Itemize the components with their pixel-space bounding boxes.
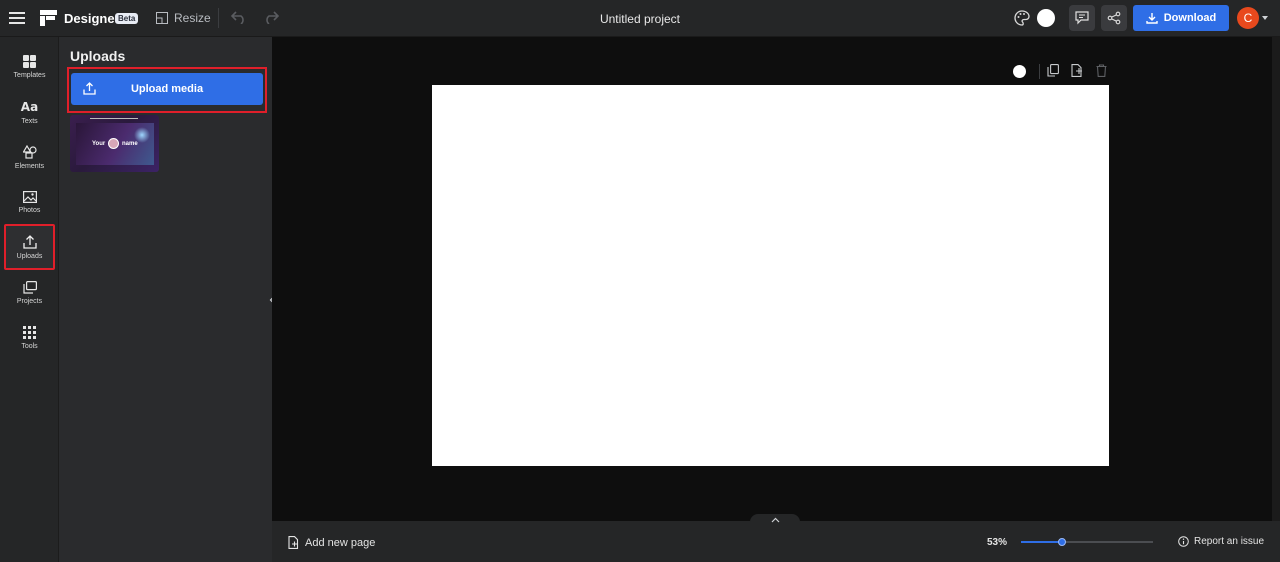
uploads-icon: [22, 234, 37, 249]
thumbnail-header-line: [90, 118, 138, 119]
comment-button[interactable]: [1069, 5, 1095, 31]
sidebar-item-label: Texts: [21, 117, 38, 125]
sidebar-item-label: Templates: [13, 72, 46, 79]
sidebar-item-texts[interactable]: Aa Texts: [5, 90, 54, 134]
palette-icon[interactable]: [1014, 10, 1030, 26]
thumbnail-portrait: [108, 138, 119, 149]
upload-media-label: Upload media: [130, 83, 204, 95]
top-bar: Designer Beta Resize Untitled project Do…: [0, 0, 1280, 37]
sidebar-item-label: Uploads: [16, 252, 43, 260]
add-page-icon: [288, 536, 299, 549]
comment-icon: [1075, 11, 1089, 25]
report-issue-label: Report an issue: [1194, 536, 1265, 547]
add-new-page-label: Add new page: [305, 536, 376, 549]
download-icon: [1146, 13, 1158, 24]
elements-icon: [22, 144, 37, 159]
chevron-up-icon: [771, 517, 779, 523]
sidebar-item-elements[interactable]: Elements: [5, 135, 54, 179]
thumbnail-text-your: Your: [92, 141, 106, 147]
sidebar-item-label: Projects: [16, 298, 43, 305]
design-canvas-page[interactable]: [432, 85, 1109, 466]
share-button[interactable]: [1101, 5, 1127, 31]
chevron-down-icon[interactable]: [1262, 16, 1268, 20]
upload-media-button[interactable]: Upload media: [71, 73, 263, 105]
zoom-slider-handle[interactable]: [1058, 538, 1066, 546]
duplicate-page-icon[interactable]: [1047, 64, 1059, 82]
tools-icon: [23, 326, 36, 339]
share-icon: [1107, 11, 1121, 25]
zoom-level: 53%: [987, 537, 1008, 548]
sidebar-item-templates[interactable]: Templates: [5, 45, 54, 89]
add-new-page-button[interactable]: Add new page: [288, 536, 375, 549]
sidebar-item-projects[interactable]: Projects: [5, 271, 54, 315]
page-color-swatch[interactable]: [1013, 65, 1026, 78]
zoom-slider[interactable]: [1021, 541, 1153, 543]
delete-page-icon[interactable]: [1096, 64, 1107, 82]
templates-icon: [23, 55, 36, 68]
uploaded-media-thumbnail[interactable]: Your name: [70, 115, 159, 172]
sidebar-item-tools[interactable]: Tools: [5, 316, 54, 360]
sidebar-item-label: Tools: [21, 343, 38, 350]
left-navigation: Templates Aa Texts Elements Photos Uploa…: [0, 37, 59, 562]
uploads-panel: Uploads Upload media Your name: [59, 37, 272, 562]
sidebar-item-label: Elements: [14, 162, 45, 170]
page-toolbar-divider: [1039, 64, 1040, 79]
download-label: Download: [1163, 12, 1217, 24]
sidebar-item-photos[interactable]: Photos: [5, 180, 54, 224]
vertical-scrollbar[interactable]: [1272, 37, 1280, 521]
info-icon: [1178, 536, 1189, 547]
projects-icon: [22, 281, 37, 294]
sidebar-item-label: Photos: [18, 206, 41, 214]
expand-pages-button[interactable]: [750, 514, 800, 526]
download-button[interactable]: Download: [1133, 5, 1229, 31]
panel-title: Uploads: [70, 48, 126, 64]
background-color-swatch[interactable]: [1037, 9, 1055, 27]
texts-icon: Aa: [20, 99, 39, 114]
avatar[interactable]: C: [1237, 7, 1259, 29]
upload-icon: [83, 82, 96, 95]
thumbnail-text-name: name: [122, 141, 138, 147]
add-page-icon[interactable]: [1071, 64, 1083, 82]
zoom-slider-fill: [1021, 541, 1062, 543]
sidebar-item-uploads[interactable]: Uploads: [4, 224, 55, 270]
photos-icon: [22, 190, 37, 203]
report-issue-button[interactable]: Report an issue: [1178, 536, 1264, 547]
upload-media-highlight: Upload media: [67, 67, 267, 113]
